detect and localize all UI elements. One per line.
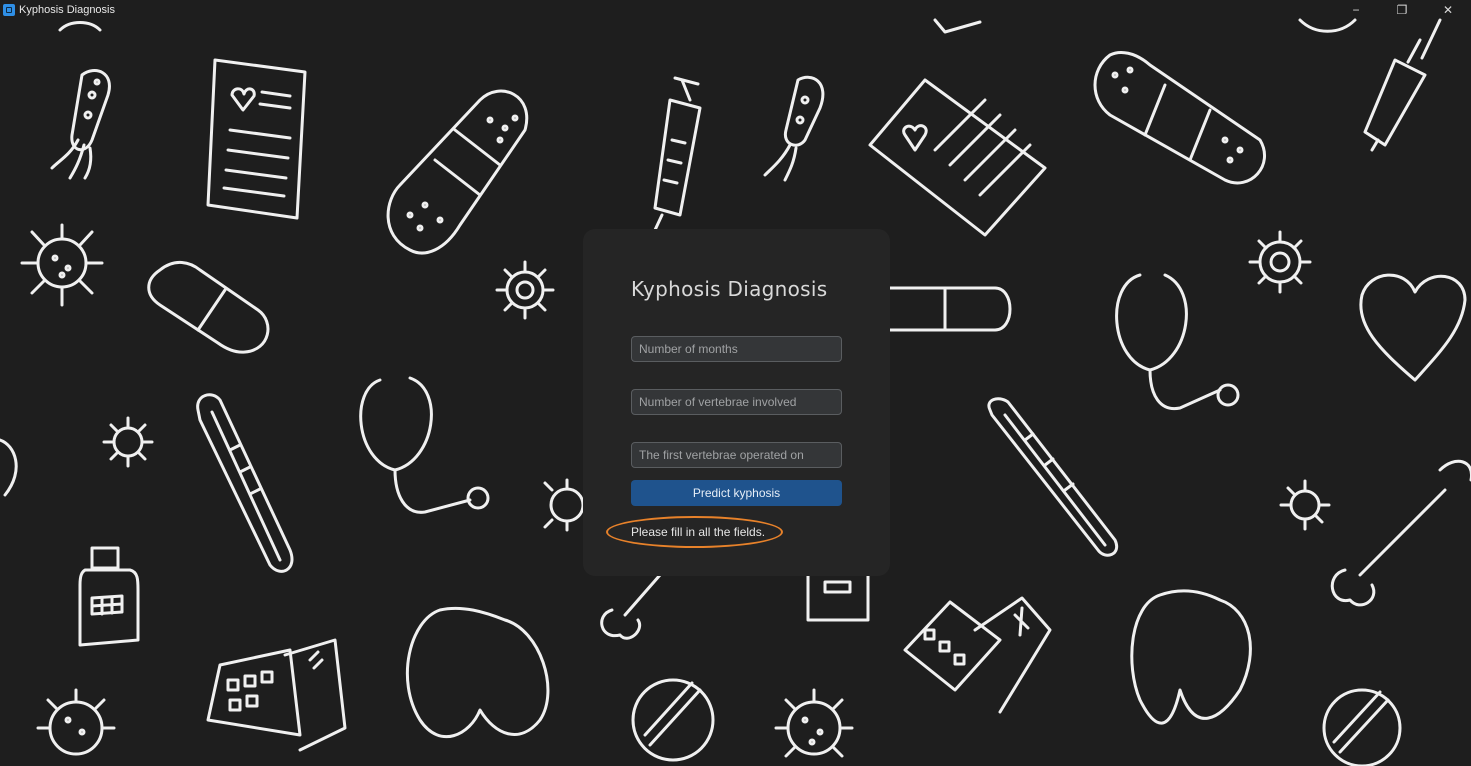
heart-fragment-icon [0, 438, 18, 497]
window-controls: − ❐ ✕ [1333, 0, 1471, 20]
pill-icon [147, 261, 270, 354]
maximize-button[interactable]: ❐ [1379, 0, 1425, 20]
diagnosis-form-card: Kyphosis Diagnosis Predict kyphosis Plea… [583, 229, 890, 576]
window-title: Kyphosis Diagnosis [19, 4, 115, 16]
medicine-bottle-icon [806, 574, 870, 622]
stethoscope-icon [1115, 273, 1240, 411]
tooth-icon [405, 606, 550, 739]
months-input[interactable] [631, 336, 842, 362]
hospital-icon [206, 638, 347, 752]
heart-icon [1359, 273, 1467, 382]
first-vertebra-input[interactable] [631, 442, 842, 468]
bacterium-icon [763, 75, 825, 182]
hospital-icon [903, 596, 1052, 714]
syringe-icon [653, 76, 702, 232]
virus-icon [36, 688, 116, 756]
doodle-fragment [1298, 18, 1357, 33]
app-window: Kyphosis Diagnosis − ❐ ✕ Kyphosis Diagno… [0, 0, 1471, 766]
virus-icon [20, 223, 104, 307]
bone-icon [600, 573, 662, 640]
bandage-icon [1093, 51, 1267, 185]
tooth-icon [1130, 589, 1252, 725]
virus-icon [102, 416, 154, 468]
stethoscope-icon [359, 376, 490, 514]
medical-report-icon [206, 58, 307, 220]
validation-message: Please fill in all the fields. [631, 525, 766, 539]
virus-icon [495, 260, 555, 320]
medical-report-icon [868, 78, 1047, 237]
syringe-icon [1363, 18, 1442, 152]
doodle-fragment [58, 21, 102, 32]
thermometer-icon [987, 397, 1119, 557]
form-title: Kyphosis Diagnosis [631, 277, 828, 301]
app-icon [3, 4, 15, 16]
doodle-fragment [933, 18, 982, 34]
thermometer-icon [196, 393, 294, 573]
minimize-button[interactable]: − [1333, 0, 1379, 20]
medicine-bottle-icon [78, 546, 140, 647]
predict-button[interactable]: Predict kyphosis [631, 480, 842, 506]
bacterium-icon [50, 69, 111, 180]
tablet-icon [1322, 688, 1402, 766]
bandage-icon [386, 89, 529, 255]
bone-icon [1330, 459, 1471, 607]
virus-icon [1279, 479, 1331, 531]
close-button[interactable]: ✕ [1425, 0, 1471, 20]
pill-icon [888, 286, 1012, 332]
virus-icon [543, 478, 585, 532]
title-bar: Kyphosis Diagnosis − ❐ ✕ [0, 0, 1471, 20]
virus-icon [1248, 230, 1312, 294]
tablet-icon [631, 678, 715, 762]
vertebrae-count-input[interactable] [631, 389, 842, 415]
virus-icon [774, 688, 854, 758]
